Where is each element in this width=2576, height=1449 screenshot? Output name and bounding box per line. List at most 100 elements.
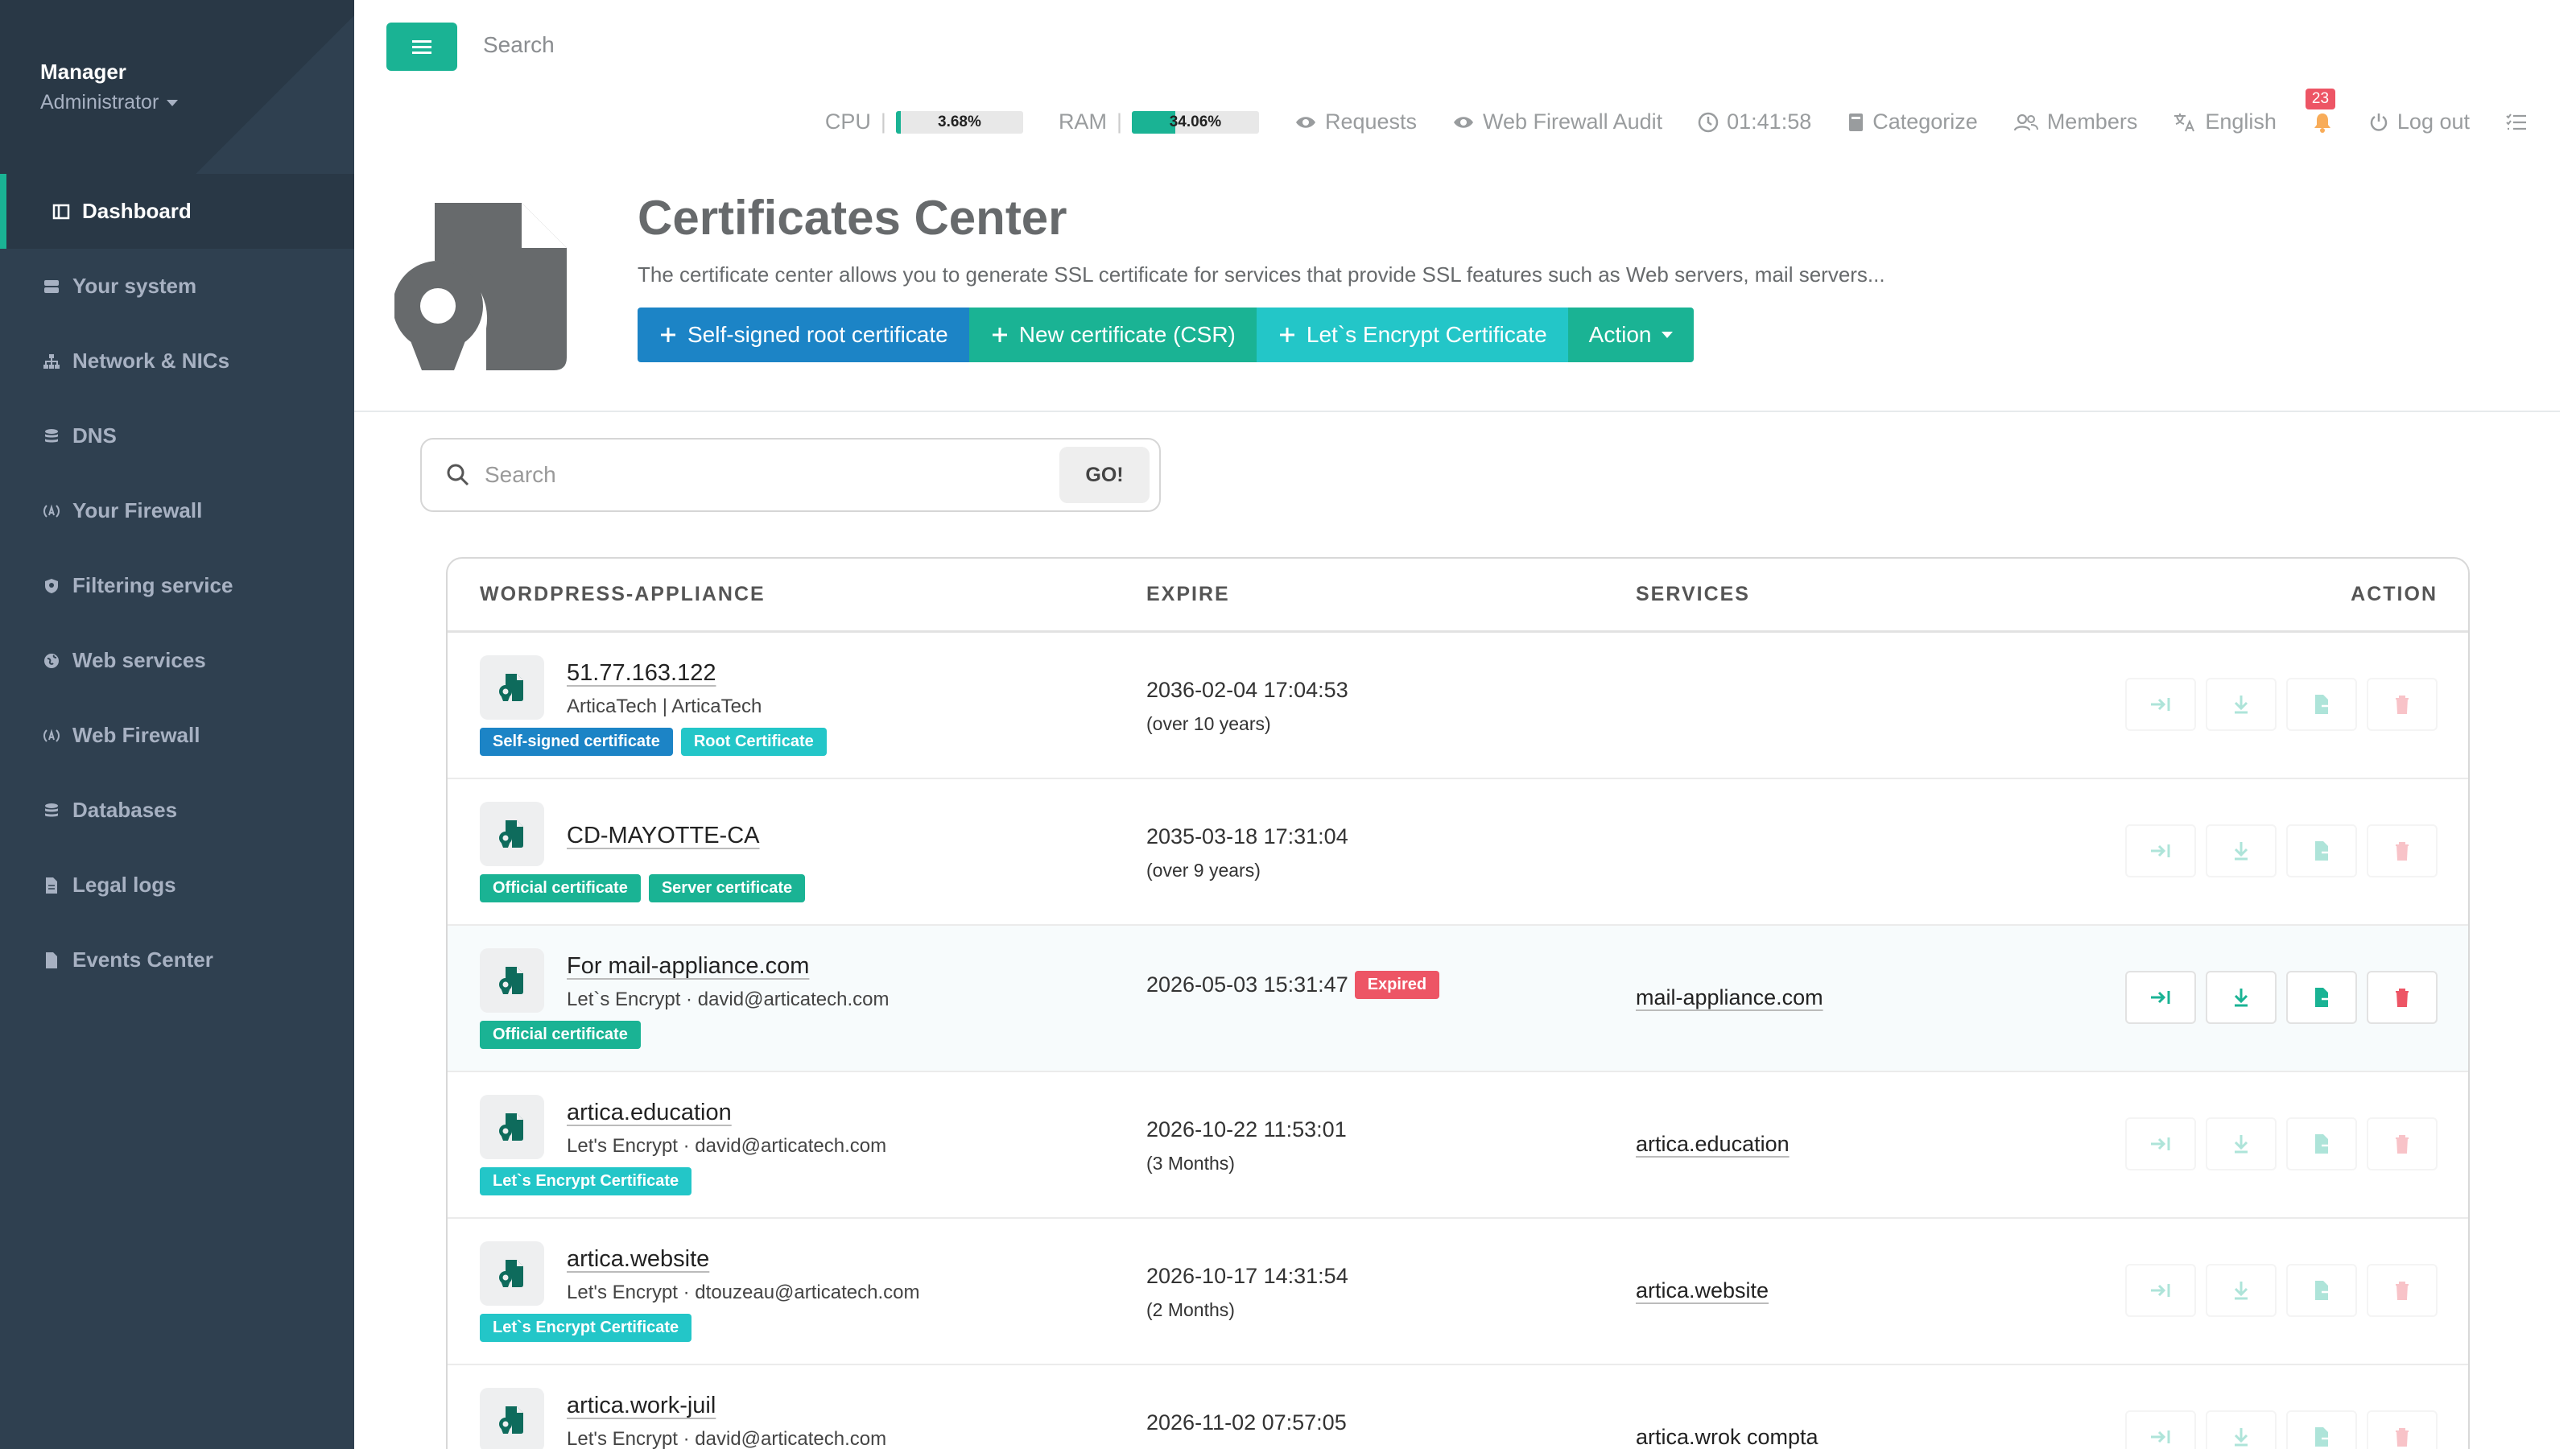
certificate-icon-box [480,802,544,866]
import-icon [2151,1137,2170,1150]
download-button[interactable] [2206,824,2277,877]
new-certificate-csr-button[interactable]: New certificate (CSR) [968,308,1257,362]
members-link[interactable]: Members [2013,109,2137,134]
sidebar-item-your-firewall[interactable]: Your Firewall [0,473,354,548]
certificate-tags: Let`s Encrypt Certificate [480,1314,692,1342]
certificate-icon [499,1406,523,1434]
certificate-icon [499,820,523,848]
download-button[interactable] [2206,971,2277,1024]
export-button[interactable] [2286,971,2357,1024]
service-link[interactable]: artica.wrok compta [1636,1425,1818,1449]
sidebar-item-label: Filtering service [72,573,233,597]
expire-date: 2026-05-03 15:31:47 Expired [1146,971,1440,999]
certificate-type-tag: Official certificate [480,874,641,902]
language-icon [2174,113,2195,131]
web-firewall-audit-link[interactable]: Web Firewall Audit [1452,109,1662,134]
go-button[interactable]: GO! [1059,447,1150,503]
certificate-icon [393,200,568,378]
clock-time: 01:41:58 [1727,109,1812,134]
self-signed-root-certificate-button[interactable]: Self-signed root certificate [638,308,969,362]
sidebar-item-web-firewall[interactable]: Web Firewall [0,698,354,773]
import-button[interactable] [2125,824,2196,877]
lets-encrypt-certificate-button[interactable]: Let`s Encrypt Certificate [1256,308,1568,362]
delete-button[interactable] [2367,971,2438,1024]
trash-icon [2396,842,2409,861]
download-icon [2234,1135,2248,1154]
clock: 01:41:58 [1698,109,1811,134]
file-export-icon [2315,1427,2334,1447]
download-button[interactable] [2206,1264,2277,1317]
table-body: 51.77.163.122 ArticaTech | ArticaTech Self… [448,633,2468,1449]
delete-button[interactable] [2367,824,2438,877]
sidebar-item-label: Your Firewall [72,498,203,522]
certificate-name-link[interactable]: artica.website [567,1246,709,1273]
download-button[interactable] [2206,1410,2277,1449]
trash-icon [2396,989,2409,1007]
sidebar-item-network[interactable]: Network & NICs [0,324,354,398]
export-button[interactable] [2286,824,2357,877]
certificate-name-link[interactable]: artica.education [567,1100,732,1126]
certificate-name-link[interactable]: 51.77.163.122 [567,660,716,687]
service-link[interactable]: artica.education [1636,1132,1790,1157]
globe-icon [42,651,61,671]
expire-date-value: 2036-02-04 17:04:53 [1146,678,1348,702]
import-button[interactable] [2125,1264,2196,1317]
requests-link[interactable]: Requests [1294,109,1417,134]
import-button[interactable] [2125,1117,2196,1170]
ram-label: RAM [1058,109,1107,134]
sidebar-item-your-system[interactable]: Your system [0,249,354,324]
download-button[interactable] [2206,678,2277,731]
certificate-name-link[interactable]: artica.work-juil [567,1393,716,1419]
import-button[interactable] [2125,678,2196,731]
notifications-button[interactable]: 23 [2305,88,2336,134]
language-selector[interactable]: English [2173,109,2277,134]
file-export-icon [2315,841,2334,861]
row-actions [2125,678,2438,731]
tasks-button[interactable] [2505,113,2528,132]
certificate-name-link[interactable]: CD-MAYOTTE-CA [567,823,760,849]
delete-button[interactable] [2367,678,2438,731]
action-dropdown-button[interactable]: Action [1567,308,1694,362]
sidebar-item-dns[interactable]: DNS [0,398,354,473]
table-row: For mail-appliance.com Let`s Encrypt · da… [448,926,2468,1072]
export-button[interactable] [2286,678,2357,731]
sidebar-item-label: Your system [72,274,197,298]
export-button[interactable] [2286,1410,2357,1449]
certificate-tags: Official certificate Server certificate [480,874,806,902]
top-search-input[interactable]: Search [483,32,555,58]
sidebar-item-filtering-service[interactable]: Filtering service [0,548,354,623]
logout-button[interactable]: Log out [2368,109,2470,134]
trash-icon [2396,1282,2409,1300]
download-button[interactable] [2206,1117,2277,1170]
notification-count-badge: 23 [2305,88,2336,109]
certificate-issuer: Let`s Encrypt · david@articatech.com [567,989,890,1010]
page-title: Certificates Center [638,191,1067,245]
import-button[interactable] [2125,1410,2196,1449]
service-link[interactable]: artica.website [1636,1278,1769,1303]
row-actions [2125,1117,2438,1170]
certificate-icon [499,1260,523,1287]
database-icon [42,801,61,820]
import-icon [2151,844,2170,857]
sidebar-item-databases[interactable]: Databases [0,773,354,848]
profile-role-dropdown[interactable]: Administrator [40,91,354,114]
delete-button[interactable] [2367,1264,2438,1317]
download-icon [2234,696,2248,714]
export-button[interactable] [2286,1117,2357,1170]
service-link[interactable]: mail-appliance.com [1636,985,1823,1010]
menu-toggle-button[interactable] [386,23,457,71]
import-button[interactable] [2125,971,2196,1024]
sidebar-item-web-services[interactable]: Web services [0,623,354,698]
web-firewall-audit-label: Web Firewall Audit [1483,109,1663,134]
export-button[interactable] [2286,1264,2357,1317]
firewall-icon [42,502,61,521]
delete-button[interactable] [2367,1117,2438,1170]
certificate-search-input[interactable]: Search [485,462,1059,488]
file-export-icon [2315,988,2334,1007]
delete-button[interactable] [2367,1410,2438,1449]
sidebar-item-events-center[interactable]: Events Center [0,923,354,997]
certificate-name-link[interactable]: For mail-appliance.com [567,953,809,980]
sidebar-item-legal-logs[interactable]: Legal logs [0,848,354,923]
categorize-link[interactable]: Categorize [1847,109,1978,134]
sidebar-item-dashboard[interactable]: Dashboard [0,174,354,249]
